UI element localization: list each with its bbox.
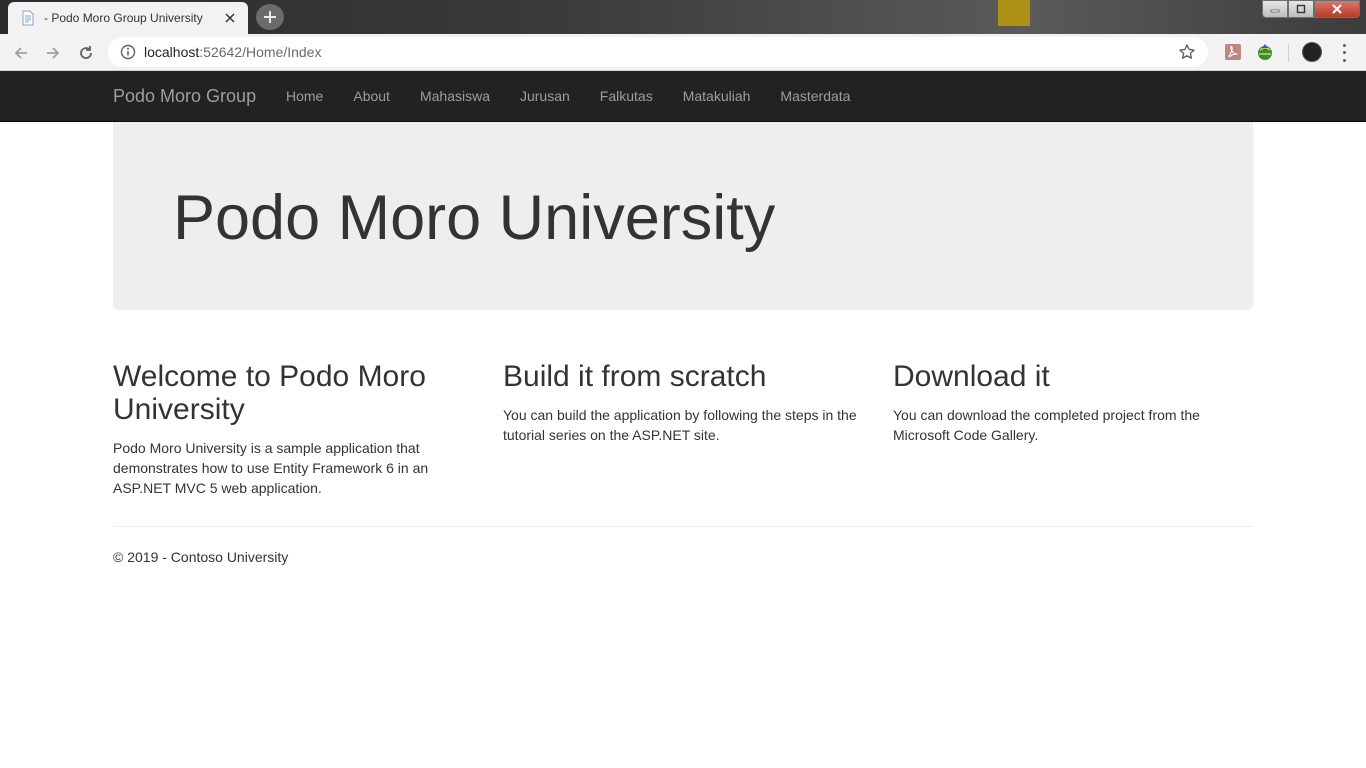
toolbar-separator bbox=[1288, 44, 1289, 62]
nav-link-masterdata[interactable]: Masterdata bbox=[765, 71, 865, 121]
reload-icon[interactable] bbox=[75, 42, 97, 64]
minimize-button[interactable] bbox=[1262, 0, 1288, 18]
window-close-button[interactable] bbox=[1314, 0, 1360, 18]
nav-link-about[interactable]: About bbox=[338, 71, 405, 121]
page-title: Podo Moro University bbox=[173, 183, 776, 253]
url-host: localhost bbox=[144, 44, 200, 60]
tab-title: - Podo Moro Group University bbox=[44, 11, 203, 25]
menu-kebab-icon[interactable] bbox=[1336, 42, 1352, 64]
nav-link-falkutas[interactable]: Falkutas bbox=[585, 71, 668, 121]
forward-arrow-icon[interactable] bbox=[42, 42, 64, 64]
nav-link-home[interactable]: Home bbox=[271, 71, 338, 121]
brand-link[interactable]: Podo Moro Group bbox=[113, 86, 256, 107]
info-icon[interactable] bbox=[120, 44, 136, 60]
new-tab-button[interactable] bbox=[256, 4, 284, 30]
pdf-extension-icon[interactable] bbox=[1224, 43, 1242, 61]
browser-toolbar: localhost:52642/Home/Index bbox=[0, 34, 1366, 71]
close-icon[interactable] bbox=[222, 10, 238, 26]
globe-extension-icon[interactable] bbox=[1256, 43, 1274, 61]
site-navbar: Podo Moro Group Home About Mahasiswa Jur… bbox=[0, 71, 1366, 122]
jumbotron: Podo Moro University bbox=[113, 122, 1253, 310]
column-heading: Welcome to Podo Moro University bbox=[113, 360, 426, 426]
footer-text: © 2019 - Contoso University bbox=[113, 549, 289, 565]
nav-link-matakuliah[interactable]: Matakuliah bbox=[668, 71, 766, 121]
page-icon bbox=[20, 10, 36, 26]
column-heading: Download it bbox=[893, 360, 1050, 393]
star-icon[interactable] bbox=[1178, 43, 1196, 61]
nav-links: Home About Mahasiswa Jurusan Falkutas Ma… bbox=[271, 71, 865, 121]
column-download: Download it You can download the complet… bbox=[893, 360, 1253, 445]
maximize-button[interactable] bbox=[1288, 0, 1314, 18]
column-body: Podo Moro University is a sample applica… bbox=[113, 440, 429, 496]
window-controls bbox=[1262, 0, 1360, 20]
nav-link-jurusan[interactable]: Jurusan bbox=[505, 71, 585, 121]
column-build: Build it from scratch You can build the … bbox=[503, 360, 863, 445]
browser-titlebar: - Podo Moro Group University bbox=[0, 0, 1366, 34]
column-body: You can download the completed project f… bbox=[893, 407, 1200, 443]
background-decoration bbox=[998, 0, 1030, 26]
column-heading: Build it from scratch bbox=[503, 360, 767, 393]
back-arrow-icon[interactable] bbox=[10, 42, 32, 64]
profile-avatar[interactable] bbox=[1302, 42, 1322, 62]
url-path: :52642/Home/Index bbox=[199, 44, 322, 60]
column-body: You can build the application by followi… bbox=[503, 407, 857, 443]
plus-icon bbox=[264, 11, 276, 23]
url-text: localhost:52642/Home/Index bbox=[144, 44, 1178, 60]
footer-divider bbox=[113, 526, 1253, 527]
browser-tab[interactable]: - Podo Moro Group University bbox=[8, 2, 248, 34]
column-welcome: Welcome to Podo Moro University Podo Mor… bbox=[113, 360, 473, 498]
address-bar[interactable]: localhost:52642/Home/Index bbox=[108, 37, 1208, 67]
nav-link-mahasiswa[interactable]: Mahasiswa bbox=[405, 71, 505, 121]
